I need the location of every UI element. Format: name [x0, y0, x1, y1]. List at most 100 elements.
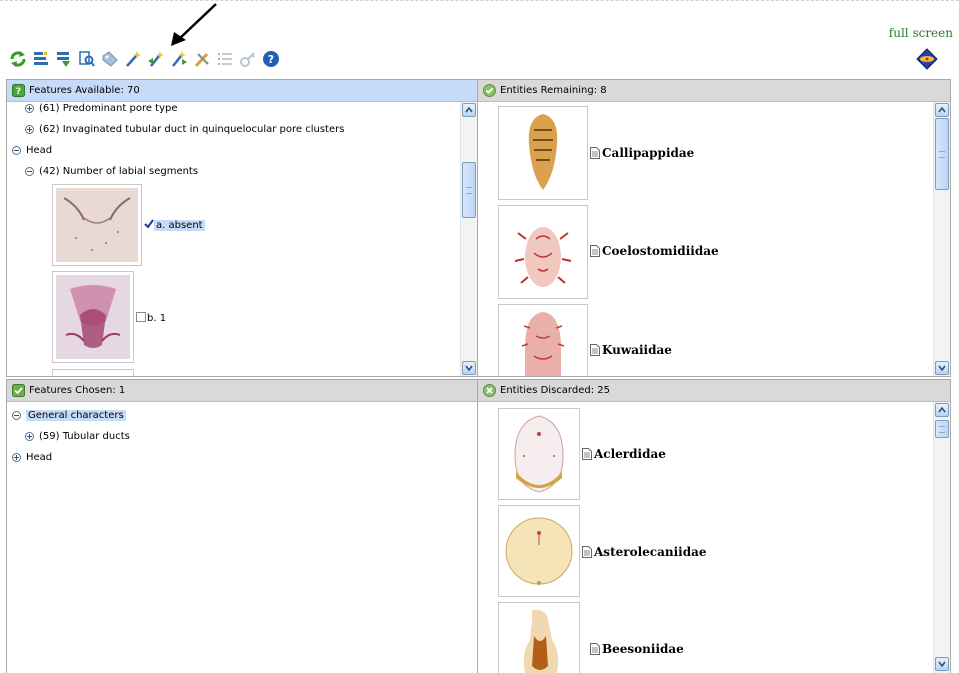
entity-image-aclerdidae[interactable]	[498, 408, 580, 500]
key-button[interactable]	[238, 49, 258, 69]
sort-features-icon	[34, 52, 48, 65]
list-button[interactable]	[215, 49, 235, 69]
entities-discarded-header[interactable]: Entities Discarded: 25	[478, 380, 950, 402]
entity-item-kuwaiidae[interactable]: Kuwaiidae	[590, 343, 672, 357]
scroll-up-button[interactable]	[935, 403, 949, 417]
tree-item-label: Head	[26, 451, 53, 463]
wand-back-button[interactable]	[146, 49, 166, 69]
expand-toggle-icon[interactable]	[12, 452, 21, 462]
entities-remaining-icon	[483, 84, 496, 97]
document-icon	[590, 643, 600, 655]
tree-item-61[interactable]: (61) Predominant pore type	[25, 102, 178, 114]
scroll-thumb[interactable]	[462, 162, 476, 218]
tree-item-general-characters[interactable]: General characters	[12, 408, 126, 422]
sort-features-button[interactable]	[31, 49, 51, 69]
tag-button[interactable]	[100, 49, 120, 69]
tree-item-head[interactable]: Head	[12, 144, 52, 157]
tree-item-label: Head	[26, 145, 53, 156]
features-available-body: (61) Predominant pore type (62) Invagina…	[7, 102, 477, 376]
features-available-panel: ? Features Available: 70 (61) Predominan…	[6, 79, 478, 377]
scroll-thumb[interactable]	[935, 420, 949, 438]
tag-icon	[102, 51, 118, 67]
entities-discarded-panel: Entities Discarded: 25 Aclerdidae Astero…	[477, 379, 951, 673]
features-available-title: Features Available: 70	[29, 85, 140, 96]
document-icon	[582, 448, 592, 460]
scroll-up-button[interactable]	[935, 103, 949, 117]
scroll-down-button[interactable]	[462, 361, 476, 375]
labium-one-segment-image	[56, 275, 130, 359]
expand-toggle-icon[interactable]	[25, 431, 34, 441]
scroll-down-button[interactable]	[935, 361, 949, 375]
tree-item-59[interactable]: (59) Tubular ducts	[25, 429, 130, 443]
state-a-image[interactable]	[52, 184, 142, 266]
entity-image-beesoniidae[interactable]	[498, 602, 580, 673]
entity-image-asterolecaniidae[interactable]	[498, 505, 580, 597]
entity-image-coelostomidiidae[interactable]	[498, 205, 588, 299]
app-logo-button[interactable]	[916, 48, 938, 70]
wand-forward-button[interactable]	[169, 49, 189, 69]
tools-button[interactable]	[192, 49, 212, 69]
entity-name-label: Kuwaiidae	[602, 343, 672, 357]
document-icon	[590, 344, 600, 356]
tree-item-head[interactable]: Head	[12, 450, 52, 464]
best-features-button[interactable]	[54, 49, 74, 69]
entities-remaining-body: Callipappidae Coelostomidiidae Kuwaiidae	[478, 102, 950, 376]
state-a-label[interactable]: a. absent	[154, 220, 205, 231]
svg-text:?: ?	[268, 53, 274, 66]
asterolecaniidae-image	[502, 509, 576, 593]
entities-remaining-header[interactable]: Entities Remaining: 8	[478, 80, 950, 102]
entity-item-coelostomidiidae[interactable]: Coelostomidiidae	[590, 244, 719, 258]
callipappidae-image	[502, 110, 584, 196]
scroll-thumb[interactable]	[935, 118, 949, 190]
entity-item-beesoniidae[interactable]: Beesoniidae	[590, 642, 684, 656]
collapse-toggle-icon[interactable]	[25, 167, 34, 176]
wand-icon	[126, 51, 141, 67]
expand-toggle-icon[interactable]	[25, 125, 34, 134]
state-b-image[interactable]	[52, 271, 134, 363]
entity-name-label: Asterolecaniidae	[594, 545, 707, 559]
find-button[interactable]	[77, 49, 97, 69]
find-icon	[79, 51, 95, 67]
beesoniidae-image	[502, 606, 576, 673]
expand-toggle-icon[interactable]	[25, 103, 34, 113]
state-b-label[interactable]: b. 1	[147, 313, 166, 324]
entity-item-asterolecaniidae[interactable]: Asterolecaniidae	[582, 545, 707, 559]
collapse-toggle-icon[interactable]	[12, 410, 21, 420]
collapse-toggle-icon[interactable]	[12, 146, 21, 155]
entity-item-callipappidae[interactable]: Callipappidae	[590, 146, 694, 160]
chevron-down-icon	[938, 661, 946, 667]
help-button[interactable]: ?	[261, 49, 281, 69]
entity-image-callipappidae[interactable]	[498, 106, 588, 200]
state-c-image-partial[interactable]	[52, 369, 134, 376]
features-available-scrollbar[interactable]	[460, 102, 477, 376]
restart-icon	[10, 51, 26, 67]
features-chosen-body: General characters (59) Tubular ducts He…	[7, 402, 477, 673]
features-available-icon: ?	[12, 84, 25, 97]
coelostomidiidae-image	[502, 209, 584, 295]
tree-item-62[interactable]: (62) Invaginated tubular duct in quinque…	[25, 123, 344, 136]
entities-remaining-scrollbar[interactable]	[933, 102, 950, 376]
app-logo-icon	[916, 48, 938, 70]
scroll-up-button[interactable]	[462, 103, 476, 117]
state-a-text: a. absent	[154, 220, 205, 231]
wand-back-icon	[148, 51, 164, 67]
state-a-checkbox[interactable]	[144, 219, 154, 229]
full-screen-link[interactable]: full screen	[889, 26, 953, 40]
chevron-up-icon	[938, 407, 946, 413]
labium-absent-image	[56, 188, 138, 262]
entity-name-label: Beesoniidae	[602, 642, 684, 656]
features-chosen-header[interactable]: Features Chosen: 1	[7, 380, 477, 402]
scroll-down-button[interactable]	[935, 657, 949, 671]
state-b-checkbox[interactable]	[136, 312, 146, 322]
entity-image-kuwaiidae[interactable]	[498, 304, 588, 376]
entity-item-aclerdidae[interactable]: Aclerdidae	[582, 447, 666, 461]
wand-button[interactable]	[123, 49, 143, 69]
features-available-header[interactable]: ? Features Available: 70	[7, 80, 477, 102]
best-features-icon	[57, 52, 70, 67]
chevron-up-icon	[465, 107, 473, 113]
entities-discarded-scrollbar[interactable]	[933, 402, 950, 673]
restart-button[interactable]	[8, 49, 28, 69]
document-icon	[590, 245, 600, 257]
features-chosen-panel: Features Chosen: 1 General characters (5…	[6, 379, 478, 673]
tree-item-42[interactable]: (42) Number of labial segments	[25, 165, 198, 178]
